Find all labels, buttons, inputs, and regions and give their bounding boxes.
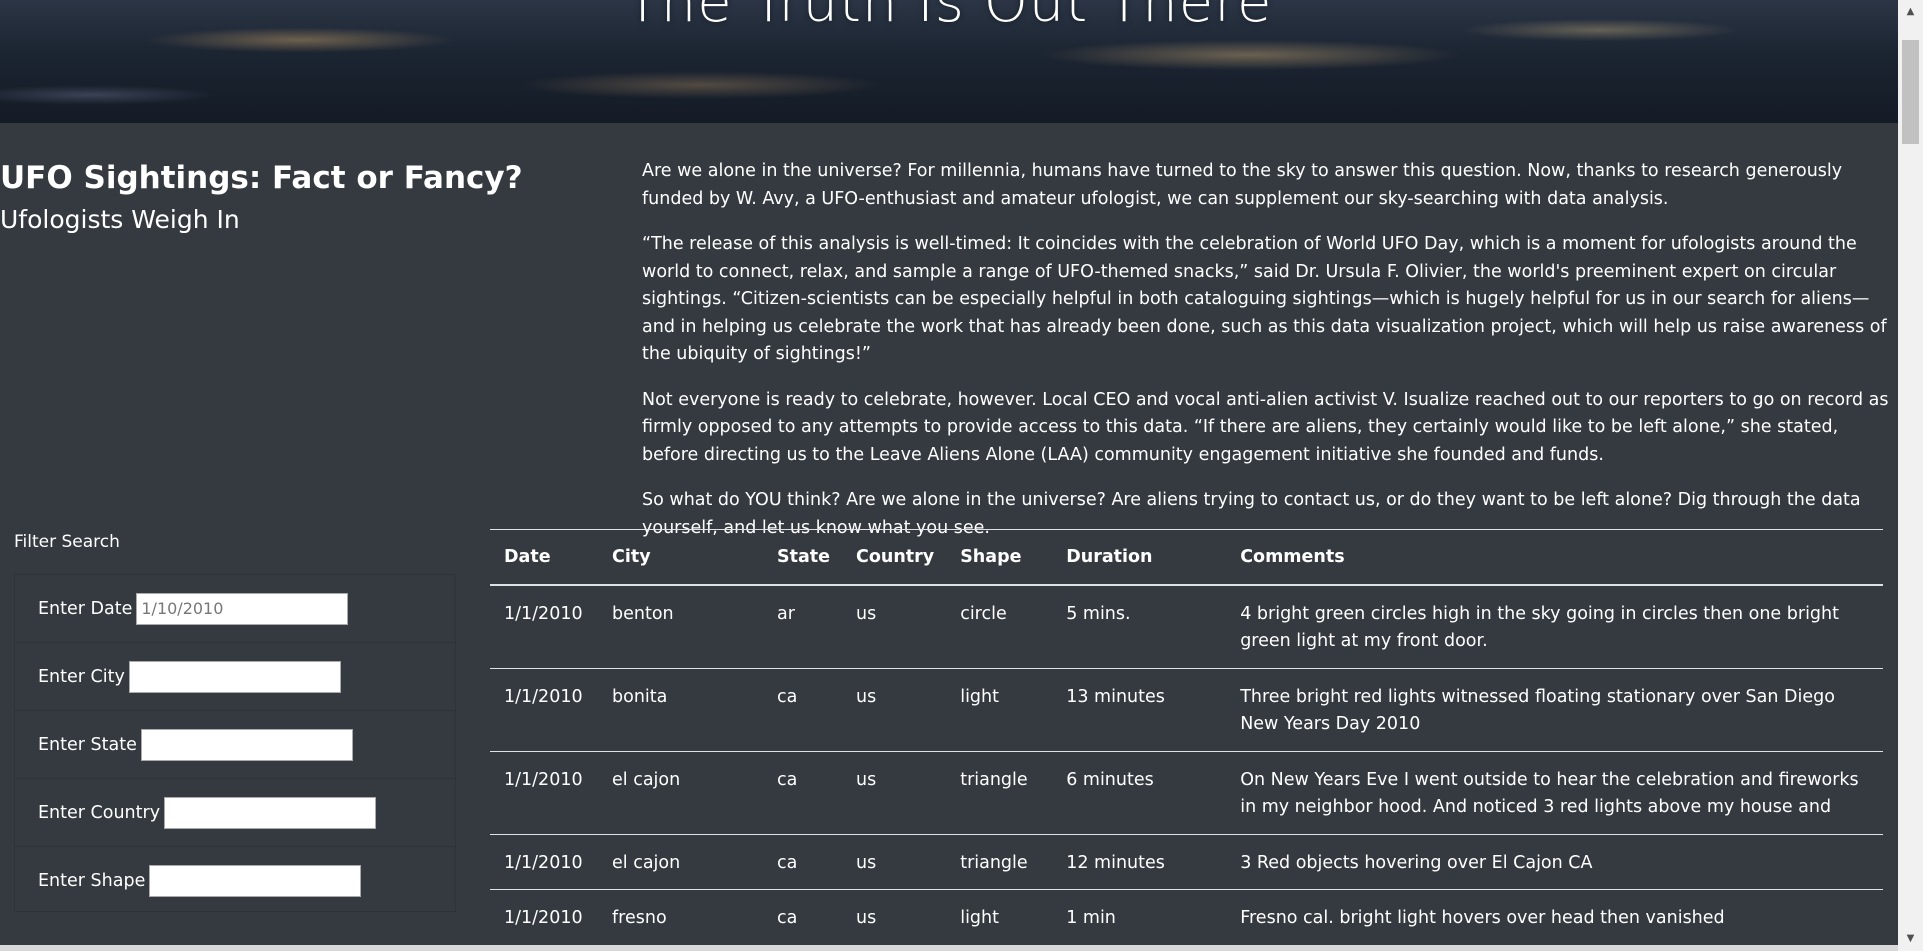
table-row: 1/1/2010 fresno ca us light 1 min Fresno… [490,890,1883,945]
scrollbar-thumb[interactable] [1902,40,1919,144]
state-label: Enter State [38,734,137,755]
vertical-scrollbar[interactable]: ▲ ▼ [1898,0,1923,951]
country-label: Enter Country [38,802,161,823]
cell-comments: Three bright red lights witnessed floati… [1240,686,1835,735]
cell-country: us [856,603,877,624]
country-input[interactable] [164,796,377,829]
cell-date: 1/1/2010 [504,769,583,790]
cell-city: el cajon [612,769,681,790]
sightings-table-wrap: Date City State Country Shape Duration C… [490,529,1883,946]
shape-input[interactable] [149,865,362,897]
header-duration: Duration [1066,546,1153,567]
cell-shape: circle [960,603,1007,624]
cell-duration: 6 minutes [1066,769,1154,790]
cell-state: ca [777,908,798,928]
date-label: Enter Date [38,598,133,619]
table-header-row: Date City State Country Shape Duration C… [490,529,1883,585]
cell-comments: 3 Red objects hovering over El Cajon CA [1240,852,1593,873]
cell-shape: triangle [960,769,1028,790]
filter-row-state: Enter State [15,711,455,779]
cell-state: ar [777,603,795,624]
filter-title: Filter Search [14,532,120,552]
header-country: Country [856,546,935,567]
cell-city: el cajon [612,852,681,873]
cell-shape: light [960,908,999,928]
filter-row-country: Enter Country [15,779,455,847]
city-input[interactable] [128,660,341,693]
scroll-down-icon[interactable]: ▼ [1898,929,1923,949]
cell-comments: Fresno cal. bright light hovers over hea… [1240,908,1725,928]
cell-state: ca [777,852,798,873]
date-input[interactable] [136,592,349,625]
filter-row-shape: Enter Shape [15,847,455,915]
scroll-up-icon[interactable]: ▲ [1898,2,1923,22]
cell-state: ca [777,769,798,790]
cell-shape: light [960,686,999,707]
table-row: 1/1/2010 benton ar us circle 5 mins. 4 b… [490,585,1883,668]
cell-date: 1/1/2010 [504,908,583,928]
table-row: 1/1/2010 bonita ca us light 13 minutes T… [490,668,1883,751]
hero-title: The Truth Is Out There [625,0,1273,35]
page-subtitle: Ufologists Weigh In [0,205,240,234]
header-shape: Shape [960,546,1022,567]
header-date: Date [504,546,551,567]
article: Are we alone in the universe? For millen… [642,158,1898,560]
cell-date: 1/1/2010 [504,686,583,707]
filter-row-city: Enter City [15,643,455,711]
cell-duration: 5 mins. [1066,603,1131,624]
cell-duration: 1 min [1066,908,1116,928]
hero-banner: The Truth Is Out There [0,0,1898,123]
cell-comments: 4 bright green circles high in the sky g… [1240,603,1839,652]
city-label: Enter City [38,666,125,687]
cell-state: ca [777,686,798,707]
cell-country: us [856,852,877,873]
cell-shape: triangle [960,852,1028,873]
header-state: State [777,546,831,567]
cell-country: us [856,686,877,707]
page-title-main: UFO Sightings: Fact or Fancy? [0,160,523,196]
cell-city: benton [612,603,674,624]
cell-city: fresno [612,908,667,928]
horizontal-scrollbar[interactable] [0,945,1898,951]
article-paragraph: Are we alone in the universe? For millen… [642,161,1843,209]
cell-city: bonita [612,686,668,707]
state-input[interactable] [140,728,353,761]
article-paragraph: “The release of this analysis is well-ti… [642,234,1887,364]
header-city: City [612,546,651,567]
cell-country: us [856,908,877,928]
article-paragraph: Not everyone is ready to celebrate, howe… [642,389,1889,465]
table-row: 1/1/2010 el cajon ca us triangle 12 minu… [490,834,1883,890]
cell-comments: On New Years Eve I went outside to hear … [1240,769,1859,818]
cell-date: 1/1/2010 [504,603,583,624]
cell-duration: 12 minutes [1066,852,1165,873]
header-comments: Comments [1240,546,1345,567]
cell-country: us [856,769,877,790]
cell-duration: 13 minutes [1066,686,1165,707]
page-title: UFO Sightings: Fact or Fancy? Ufologists… [0,158,560,240]
filter-panel: Enter Date Enter City Enter State Enter … [14,574,456,912]
cell-date: 1/1/2010 [504,852,583,873]
shape-label: Enter Shape [38,871,146,891]
table-row: 1/1/2010 el cajon ca us triangle 6 minut… [490,751,1883,834]
sightings-table: Date City State Country Shape Duration C… [490,529,1883,946]
filter-row-date: Enter Date [15,575,455,643]
